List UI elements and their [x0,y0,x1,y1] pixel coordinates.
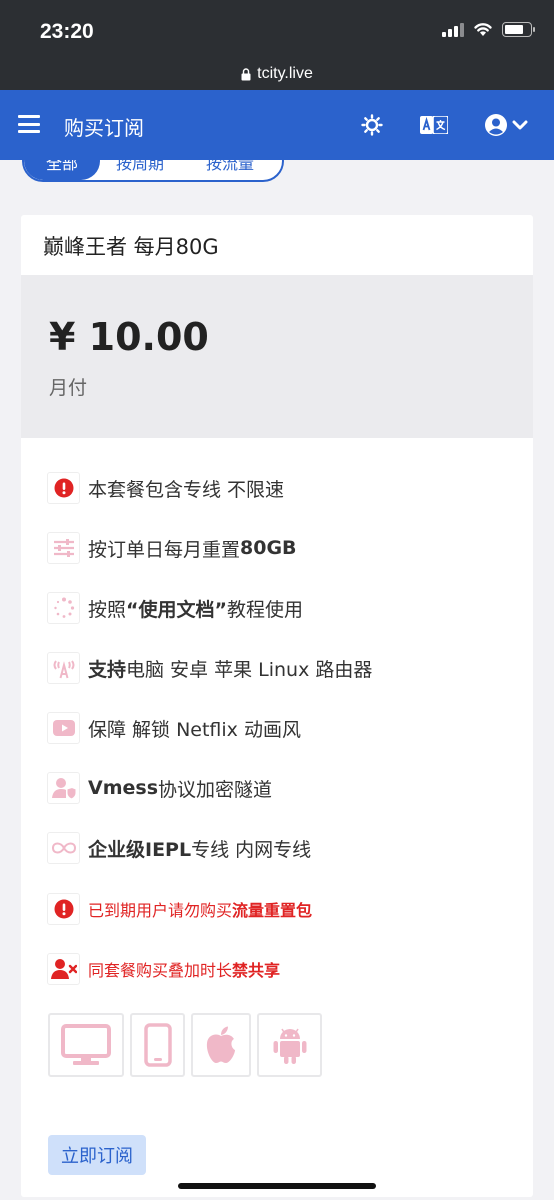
price-block: ¥ 10.00 月付 [21,275,533,438]
plan-price: ¥ 10.00 [49,315,209,359]
user-menu[interactable] [484,113,532,137]
subscribe-button[interactable]: 立即订阅 [48,1135,146,1175]
user-avatar-icon [485,114,507,136]
warning-item: 同套餐购买叠加时长 禁共享 [47,953,280,985]
feature-item: 按照 “使用文档” 教程使用 [47,592,303,624]
hamburger-menu-icon[interactable] [18,115,40,133]
wifi-icon [474,23,492,36]
plan-card: 巅峰王者 每月80G ¥ 10.00 月付 本套餐包含专线 不限速 按订单日每月… [21,215,533,1197]
user-shield-icon [47,772,80,804]
user-remove-icon [47,953,80,985]
sliders-icon [47,532,80,564]
theme-toggle-icon[interactable] [361,114,383,136]
alert-circle-icon [47,893,80,925]
battery-icon [502,22,535,37]
android-icon [257,1013,322,1077]
phone-icon [130,1013,185,1077]
feature-item: 企业级IEPL 专线 内网专线 [47,832,311,864]
warning-item: 已到期用户请勿购买 流量重置包 [47,893,312,925]
broadcast-antenna-icon [47,652,80,684]
youtube-play-icon [47,712,80,744]
url-bar[interactable]: tcity.live [0,58,554,90]
status-time: 23:20 [40,20,94,43]
app-navbar: 购买订阅 [0,90,554,160]
feature-item: 按订单日每月重置 80GB [47,532,297,564]
billing-period: 月付 [49,377,88,399]
alert-circle-icon [47,472,80,504]
page-title: 购买订阅 [64,116,144,140]
plan-name: 巅峰王者 每月80G [43,235,219,259]
spinner-icon [47,592,80,624]
language-translate-icon[interactable] [420,116,448,134]
feature-item: 本套餐包含专线 不限速 [47,472,284,504]
desktop-icon [48,1013,124,1077]
lock-icon [241,67,251,80]
feature-item: Vmess 协议加密隧道 [47,772,272,804]
cellular-signal-icon [442,22,464,37]
feature-item: 保障 解锁 Netflix 动画风 [47,712,301,744]
home-indicator [178,1183,376,1189]
feature-item: 支持 电脑 安卓 苹果 Linux 路由器 [47,652,372,684]
infinity-icon [47,832,80,864]
status-bar: 23:20 [0,0,554,58]
url-text: tcity.live [257,65,313,82]
chevron-down-icon [512,120,528,130]
supported-platforms [48,1013,322,1077]
apple-icon [191,1013,251,1077]
